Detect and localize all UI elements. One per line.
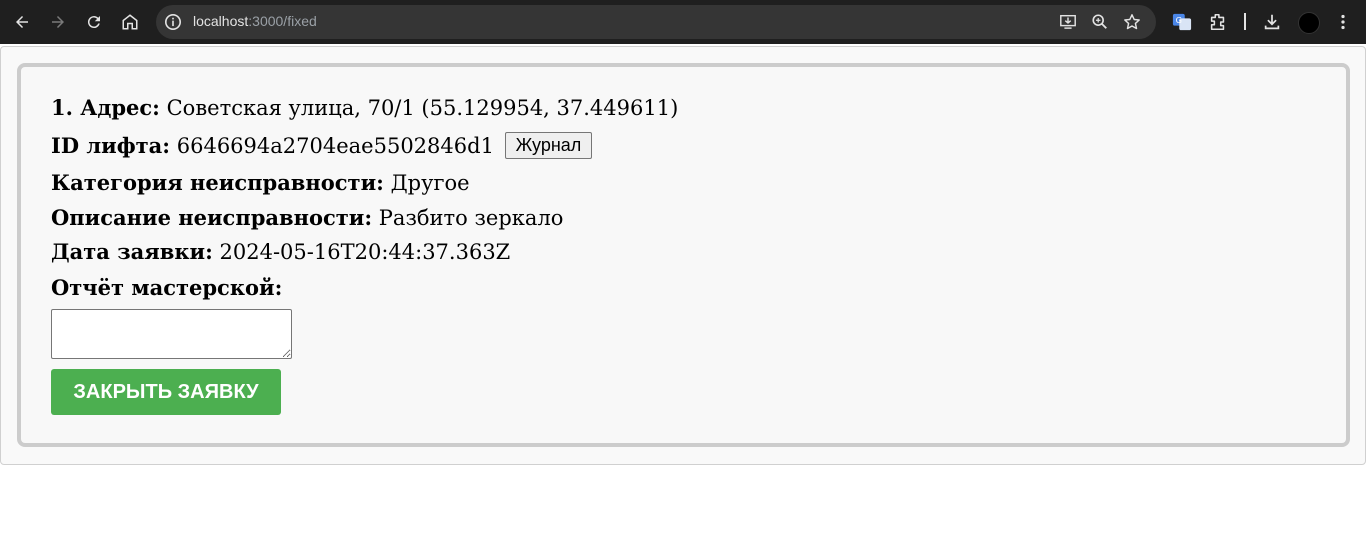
reload-icon[interactable] (78, 6, 110, 38)
install-app-icon[interactable] (1058, 12, 1078, 32)
date-value: 2024-05-16T20:44:37.363Z (219, 240, 511, 264)
address-label: 1. Адрес: (51, 95, 160, 120)
lift-id-value: 6646694a2704eae5502846d1 (176, 134, 494, 158)
description-row: Описание неисправности: Разбито зеркало (51, 205, 563, 230)
close-order-button[interactable]: ЗАКРЫТЬ ЗАЯВКУ (51, 369, 281, 415)
address-row: 1. Адрес: Советская улица, 70/1 (55.1299… (51, 95, 678, 120)
site-info-icon[interactable] (163, 12, 183, 32)
report-label: Отчёт мастерской: (51, 275, 283, 300)
url-path: :3000/fixed (248, 13, 317, 29)
address-bar[interactable]: localhost:3000/fixed (156, 5, 1156, 39)
order-card: 1. Адрес: Советская улица, 70/1 (55.1299… (17, 63, 1350, 447)
svg-text:G: G (1176, 15, 1182, 25)
downloads-icon[interactable] (1261, 11, 1283, 33)
url-text[interactable]: localhost:3000/fixed (193, 13, 317, 29)
browser-toolbar: localhost:3000/fixed G (0, 0, 1366, 44)
zoom-icon[interactable] (1090, 12, 1110, 32)
address-value: Советская улица, 70/1 (55.129954, 37.449… (166, 96, 679, 120)
forward-icon[interactable] (42, 6, 74, 38)
category-value: Другое (390, 171, 470, 195)
bookmark-star-icon[interactable] (1122, 12, 1142, 32)
category-row: Категория неисправности: Другое (51, 170, 470, 195)
report-row: Отчёт мастерской: (51, 275, 282, 300)
report-textarea[interactable] (51, 309, 292, 359)
date-label: Дата заявки: (51, 239, 213, 264)
lift-id-row: ID лифта: 6646694a2704eae5502846d1 Журна… (51, 132, 593, 161)
journal-button[interactable]: Журнал (504, 132, 593, 159)
page-container: 1. Адрес: Советская улица, 70/1 (55.1299… (0, 46, 1366, 465)
url-host: localhost (193, 13, 249, 29)
extensions-icon[interactable] (1207, 11, 1229, 33)
home-icon[interactable] (114, 6, 146, 38)
translate-icon[interactable]: G (1171, 11, 1193, 33)
description-value: Разбито зеркало (378, 206, 564, 230)
toolbar-separator (1244, 13, 1246, 30)
date-row: Дата заявки: 2024-05-16T20:44:37.363Z (51, 239, 510, 264)
category-label: Категория неисправности: (51, 170, 384, 195)
lift-id-label: ID лифта: (51, 133, 171, 158)
description-label: Описание неисправности: (51, 205, 373, 230)
profile-avatar[interactable] (1298, 12, 1320, 34)
menu-icon[interactable] (1332, 11, 1354, 33)
back-icon[interactable] (6, 6, 38, 38)
